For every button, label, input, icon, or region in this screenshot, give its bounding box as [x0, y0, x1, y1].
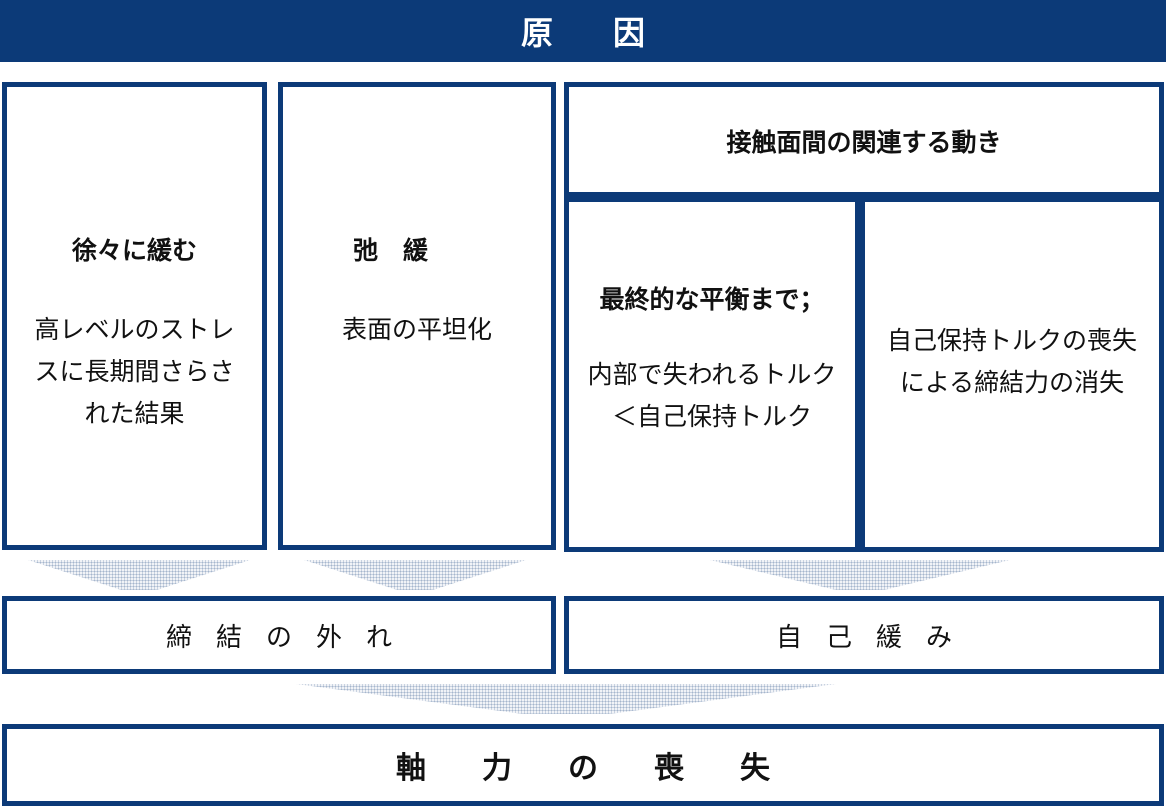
connector-gradual-to-unfastening	[28, 560, 250, 590]
cause-box-self-holding-loss: 自己保持トルクの喪失 による締結力の消失	[860, 197, 1164, 552]
header-bar: 原因	[0, 0, 1166, 62]
cause-box-contact-motion: 接触面間の関連する動き	[564, 82, 1164, 197]
cause-body-gradual-loosening: 高レベルのスト​レ スに長期間さらさ れた結果	[34, 315, 235, 428]
cause-title-relaxation: 弛 緩	[353, 236, 429, 265]
effect-self-loosening-label: 自己緩み	[775, 622, 976, 653]
cause-title-final-equilibrium: 最終的な平衡まで；	[599, 285, 825, 314]
cause-body-relaxation: 表面の平坦化	[341, 315, 492, 344]
cause-box-final-equilibrium: 最終的な平衡まで； 内部で失われるトルク ＜自己保持トルク	[564, 197, 860, 552]
cause-box-gradual-loosening: 徐々に緩む 高レベルのスト​レ スに長期間さらさ れた結果	[2, 82, 267, 550]
effect-box-self-loosening: 自己緩み	[564, 596, 1164, 674]
result-title: 軸力の喪失	[396, 751, 826, 786]
cause-title-gradual-loosening: 徐々に緩む	[71, 236, 197, 265]
connector-relaxation-to-unfastening	[304, 560, 526, 590]
cause-box-relaxation: 弛 緩 表面の平坦化	[278, 82, 556, 550]
header-title: 原因	[520, 14, 705, 52]
cause-body-self-holding-loss: 自己保持トルクの喪失 による締結力の消失	[886, 326, 1137, 397]
connector-contact-to-self-loosening	[710, 560, 1010, 590]
effect-unfastening-label: 締結の外れ	[165, 622, 416, 653]
effect-box-unfastening: 締結の外れ	[2, 596, 556, 674]
cause-body-final-equilibrium: 内部で失われるトルク ＜自己保持トルク	[587, 360, 837, 431]
cause-title-contact-motion: 接触面間の関連する動き	[726, 128, 1002, 157]
result-box-axial-force-loss: 軸力の喪失	[2, 724, 1164, 806]
connector-effects-to-result	[296, 684, 836, 714]
